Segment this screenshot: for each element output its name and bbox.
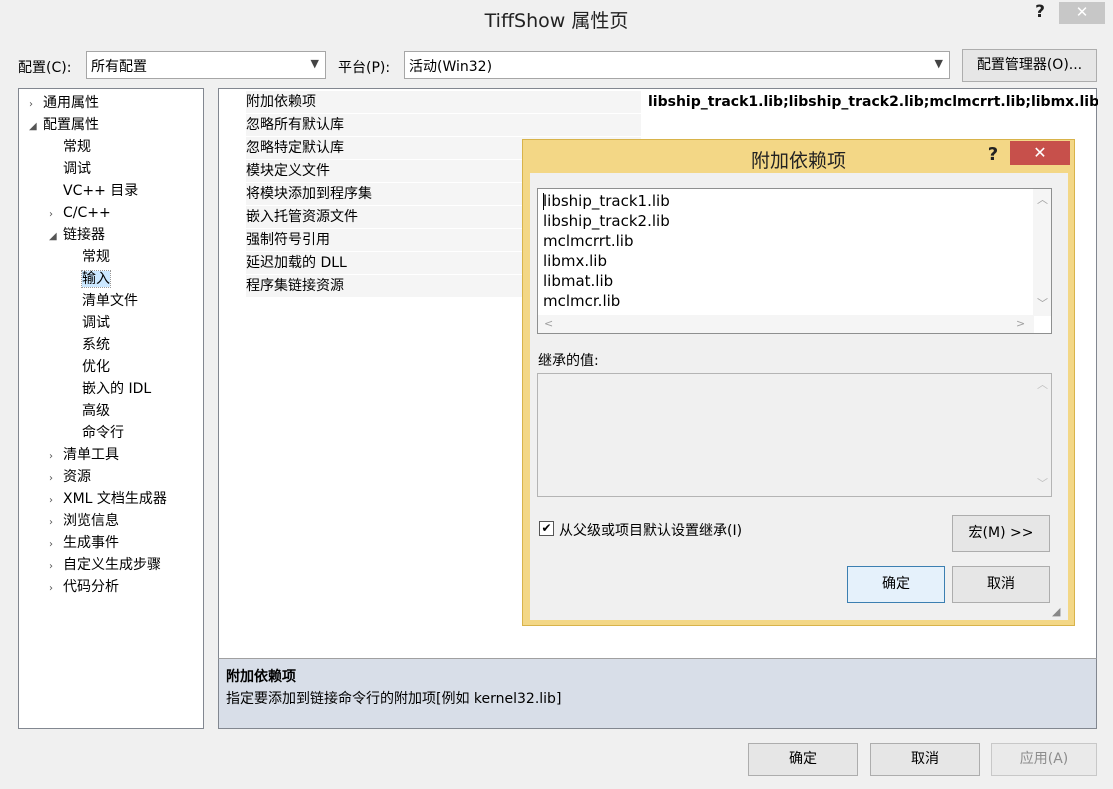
tree-item-linker-general[interactable]: 常规 [82, 246, 110, 268]
tree-item-linker[interactable]: ◢ 链接器 [49, 224, 105, 246]
additional-dependencies-dialog: 附加依赖项 ? ✕ libship_track1.lib libship_tra… [522, 139, 1075, 626]
apply-button[interactable]: 应用(A) [991, 743, 1097, 776]
tree-item-manifest-file[interactable]: 清单文件 [82, 290, 138, 312]
tree-item-custom-build-step[interactable]: › 自定义生成步骤 [49, 554, 161, 576]
chevron-down-icon: ▼ [934, 57, 943, 70]
help-icon[interactable]: ? [1025, 2, 1055, 28]
property-tree[interactable]: › 通用属性 ◢ 配置属性 常规 调试 VC++ 目录 › C/C++ ◢ 链接器 常规… [18, 88, 204, 729]
tree-item-linker-input[interactable]: 输入 [81, 268, 111, 290]
description-text: 指定要添加到链接命令行的附加项[例如 kernel32.lib] [226, 691, 562, 707]
chevron-left-icon[interactable]: < [544, 317, 553, 330]
close-icon[interactable]: ✕ [1059, 2, 1105, 24]
platform-value: 活动(Win32) [409, 59, 493, 75]
inherited-values-box[interactable]: ︿ ﹀ [537, 373, 1052, 497]
tree-item-embedded-idl[interactable]: 嵌入的 IDL [82, 378, 151, 400]
dialog-body: libship_track1.lib libship_track2.lib mc… [530, 173, 1068, 620]
tree-item-system[interactable]: 系统 [82, 334, 110, 356]
window-titlebar: TiffShow 属性页 ? ✕ [0, 0, 1113, 36]
tree-item-linker-debugging[interactable]: 调试 [82, 312, 110, 334]
dependency-line: mclmcrrt.lib [543, 232, 634, 250]
dialog-ok-button[interactable]: 确定 [847, 566, 945, 603]
chevron-down-icon[interactable]: ◢ [29, 116, 43, 138]
chevron-right-icon[interactable]: › [49, 534, 63, 556]
tree-item-optimization[interactable]: 优化 [82, 356, 110, 378]
tree-item-advanced[interactable]: 高级 [82, 400, 110, 422]
platform-select[interactable]: 活动(Win32) ▼ [404, 51, 950, 79]
dependencies-textarea[interactable]: libship_track1.lib libship_track2.lib mc… [537, 188, 1052, 334]
chevron-right-icon[interactable]: › [49, 204, 63, 226]
tree-item-config-properties[interactable]: ◢ 配置属性 [29, 114, 99, 136]
chevron-down-icon[interactable]: ﹀ [1037, 295, 1048, 311]
chevron-down-icon[interactable]: ◢ [49, 226, 63, 248]
config-value: 所有配置 [91, 59, 147, 75]
dependency-line: libship_track1.lib [543, 192, 670, 210]
description-panel: 附加依赖项 指定要添加到链接命令行的附加项[例如 kernel32.lib] [218, 658, 1097, 729]
chevron-right-icon[interactable]: › [49, 512, 63, 534]
tree-item-xml-doc-generator[interactable]: › XML 文档生成器 [49, 488, 167, 510]
tree-item-c-cpp[interactable]: › C/C++ [49, 202, 111, 224]
horizontal-scrollbar[interactable]: < > [538, 315, 1034, 333]
dependency-line: libmat.lib [543, 272, 614, 290]
vertical-scrollbar[interactable]: ︿ ﹀ [1033, 374, 1051, 496]
inherit-checkbox-label[interactable]: 从父级或项目默认设置继承(I) [559, 520, 742, 540]
ok-button[interactable]: 确定 [748, 743, 858, 776]
chevron-right-icon[interactable]: › [49, 468, 63, 490]
help-icon[interactable]: ? [981, 144, 1005, 168]
chevron-up-icon[interactable]: ︿ [1037, 376, 1048, 392]
platform-label: 平台(P): [338, 60, 391, 76]
tree-item-resources[interactable]: › 资源 [49, 466, 91, 488]
tree-item-common-properties[interactable]: › 通用属性 [29, 92, 99, 114]
chevron-right-icon[interactable]: › [29, 94, 43, 116]
text-cursor [543, 193, 544, 210]
inherit-checkbox[interactable]: ✔ [539, 521, 554, 536]
chevron-down-icon: ▼ [310, 57, 319, 70]
dependency-line: libmx.lib [543, 252, 607, 270]
macro-button[interactable]: 宏(M) >> [952, 515, 1050, 552]
config-label: 配置(C): [18, 60, 72, 76]
description-title: 附加依赖项 [226, 669, 296, 685]
chevron-down-icon[interactable]: ﹀ [1037, 475, 1048, 491]
config-select[interactable]: 所有配置 ▼ [86, 51, 326, 79]
tree-item-command-line[interactable]: 命令行 [82, 422, 124, 444]
tree-item-build-events[interactable]: › 生成事件 [49, 532, 119, 554]
chevron-right-icon[interactable]: › [49, 446, 63, 468]
chevron-right-icon[interactable]: › [49, 556, 63, 578]
config-manager-button[interactable]: 配置管理器(O)... [962, 49, 1097, 82]
tree-item-code-analysis[interactable]: › 代码分析 [49, 576, 119, 598]
inherited-values-label: 继承的值: [538, 353, 599, 369]
chevron-right-icon[interactable]: > [1016, 317, 1025, 330]
tree-item-debugging[interactable]: 调试 [63, 158, 91, 180]
tree-item-manifest-tool[interactable]: › 清单工具 [49, 444, 119, 466]
dialog-cancel-button[interactable]: 取消 [952, 566, 1050, 603]
dependency-line: mclmcr.lib [543, 292, 621, 310]
dependency-line: libship_track2.lib [543, 212, 670, 230]
vertical-scrollbar[interactable]: ︿ ﹀ [1033, 189, 1051, 316]
window-title: TiffShow 属性页 [484, 10, 629, 32]
tree-item-vc-directories[interactable]: VC++ 目录 [63, 180, 138, 202]
close-icon[interactable]: ✕ [1010, 141, 1070, 165]
resize-grip-icon[interactable]: ◢ [1052, 605, 1060, 618]
chevron-right-icon[interactable]: › [49, 490, 63, 512]
chevron-right-icon[interactable]: › [49, 578, 63, 600]
tree-item-browse-information[interactable]: › 浏览信息 [49, 510, 119, 532]
cancel-button[interactable]: 取消 [870, 743, 980, 776]
chevron-up-icon[interactable]: ︿ [1037, 191, 1048, 207]
tree-item-general[interactable]: 常规 [63, 136, 91, 158]
